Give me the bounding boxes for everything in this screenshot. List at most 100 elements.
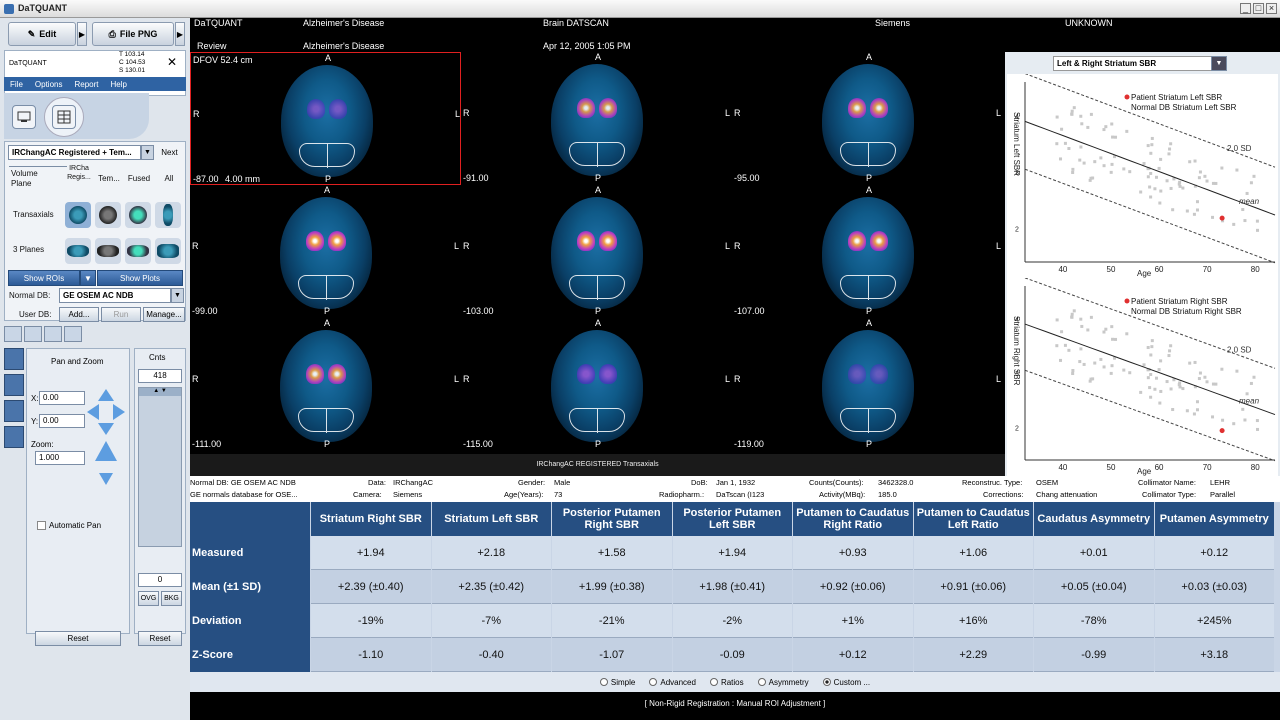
mode-asymmetry[interactable]: Asymmetry <box>757 678 809 687</box>
x-field[interactable]: 0.00 <box>39 391 85 405</box>
col-fused[interactable]: Fused <box>125 174 153 183</box>
auto-pan-checkbox[interactable] <box>37 521 46 530</box>
edit-button[interactable]: ✎ Edit <box>8 22 76 46</box>
normal-db-point <box>1193 159 1197 163</box>
transaxial-fused-thumb[interactable] <box>125 202 151 228</box>
user-db-run-button[interactable]: Run <box>101 307 141 322</box>
menu-file[interactable]: File <box>10 80 23 89</box>
transaxial-irchang-thumb[interactable] <box>65 202 91 228</box>
planes-template-thumb[interactable] <box>95 238 121 264</box>
slice-cell[interactable]: A P R L -99.00 <box>190 185 461 318</box>
planes-all-thumb[interactable] <box>155 238 181 264</box>
close-icon[interactable]: × <box>1266 3 1277 14</box>
maximize-icon[interactable]: □ <box>1253 3 1264 14</box>
normal-db-point <box>1088 178 1092 182</box>
slice-cell[interactable]: A P R L -95.00 <box>732 52 1003 185</box>
slice-cell[interactable]: A P R L -103.00 <box>461 185 732 318</box>
cnts-max-field[interactable]: 418 <box>138 369 182 383</box>
menu-report[interactable]: Report <box>74 80 98 89</box>
layout-tab-icon[interactable] <box>4 374 24 396</box>
normal-db-point <box>1153 187 1157 191</box>
edit-tab-icon[interactable] <box>4 400 24 422</box>
transaxial-all-thumb[interactable] <box>155 202 181 228</box>
edit-arrow-button[interactable]: ▶ <box>77 22 87 46</box>
mode-ratios[interactable]: Ratios <box>709 678 744 687</box>
cnts-reset-button[interactable]: Reset <box>138 631 182 646</box>
info-camera-value: Siemens <box>393 490 423 499</box>
view-select[interactable]: IRChangAC Registered + Tem... <box>8 145 141 160</box>
menu-options[interactable]: Options <box>35 80 63 89</box>
file-png-arrow-button[interactable]: ▶ <box>175 22 185 46</box>
mode-simple[interactable]: Simple <box>599 678 635 687</box>
slice-cell[interactable]: A P R L -115.00 <box>461 318 732 451</box>
info-db2: GE normals database for OSE... <box>190 490 298 499</box>
normal-db-point <box>1169 387 1173 391</box>
roi-tool-icon[interactable] <box>64 326 82 342</box>
close-panel-icon[interactable]: ✕ <box>167 55 177 69</box>
radio-icon[interactable] <box>649 678 658 686</box>
info-age-label: Age(Years): <box>504 490 544 499</box>
pan-zoom-tab-icon[interactable] <box>4 348 24 370</box>
pan-arrows-icon[interactable] <box>85 387 127 437</box>
counts-slider-track[interactable]: ▲ ▼ <box>138 387 182 547</box>
zoom-field[interactable]: 1.000 <box>35 451 85 465</box>
planes-irchang-thumb[interactable] <box>65 238 91 264</box>
plot-select[interactable]: Left & Right Striatum SBR <box>1053 56 1217 71</box>
show-rois-dropdown[interactable]: ▼ <box>80 270 96 286</box>
col-all[interactable]: All <box>155 174 183 183</box>
plot-bottom: 40 50 60 70 80 2 3 4 Age Striatum Right SBR 2.0 SD… <box>1007 277 1278 482</box>
monitor-icon[interactable] <box>12 105 36 129</box>
brain-tool-icon[interactable] <box>24 326 42 342</box>
normal-db-point <box>1169 186 1173 190</box>
menu-help[interactable]: Help <box>110 80 126 89</box>
mode-custom[interactable]: Custom ... <box>822 678 870 687</box>
normal-db-select[interactable]: GE OSEM AC NDB <box>59 288 171 303</box>
cnts-min-field[interactable]: 0 <box>138 573 182 587</box>
col-template[interactable]: Tem... <box>95 174 123 183</box>
grid-tab-icon[interactable] <box>4 426 24 448</box>
header-exam: Brain DATSCAN <box>543 18 609 28</box>
normal-db-point <box>1211 382 1215 386</box>
bkg-button[interactable]: BKG <box>161 591 182 606</box>
radio-icon[interactable] <box>709 678 718 686</box>
minimize-icon[interactable]: _ <box>1240 3 1251 14</box>
grid-view-icon[interactable] <box>52 105 76 129</box>
planes-fused-thumb[interactable] <box>125 238 151 264</box>
normal-db-point <box>1211 415 1215 419</box>
show-plots-button[interactable]: Show Plots <box>97 270 183 286</box>
crosshair-tool-icon[interactable] <box>44 326 62 342</box>
radio-icon[interactable] <box>757 678 766 686</box>
slice-cell[interactable]: A P R L -119.00 <box>732 318 1003 451</box>
next-button[interactable]: Next <box>156 145 183 160</box>
file-png-button[interactable]: ⎙ File PNG <box>92 22 174 46</box>
slider-top-handle[interactable]: ▲ ▼ <box>139 388 181 396</box>
slice-cell[interactable]: A P R L -111.00 <box>190 318 461 451</box>
transaxial-template-thumb[interactable] <box>95 202 121 228</box>
normal-db-point <box>1149 171 1153 175</box>
user-db-manage-button[interactable]: Manage... <box>143 307 185 322</box>
normal-db-point <box>1171 408 1175 412</box>
slice-cell[interactable]: A P R L -87.00 DFOV 52.4 cm 4.00 mm <box>190 52 461 185</box>
show-rois-button[interactable]: Show ROIs <box>8 270 80 286</box>
normal-db-chevron-icon[interactable]: ▼ <box>171 288 184 303</box>
chevron-down-icon[interactable]: ▼ <box>141 145 154 160</box>
col-irchang[interactable]: IRCha Regis... <box>65 164 93 182</box>
user-db-add-button[interactable]: Add... <box>59 307 99 322</box>
zoom-arrows-icon[interactable] <box>93 439 119 487</box>
mode-advanced[interactable]: Advanced <box>649 678 696 687</box>
normal-db-point <box>1243 418 1247 422</box>
ovg-button[interactable]: OVG <box>138 591 159 606</box>
anterior-label: A <box>595 318 602 328</box>
striatum-blob <box>307 99 325 119</box>
normal-db-point <box>1099 156 1103 160</box>
plot-select-chevron-icon[interactable]: ▼ <box>1211 56 1227 71</box>
normal-db-point <box>1185 209 1189 213</box>
pan-reset-button[interactable]: Reset <box>35 631 121 646</box>
y-field[interactable]: 0.00 <box>39 414 85 428</box>
pointer-tool-icon[interactable] <box>4 326 22 342</box>
slice-cell[interactable]: A P R L -107.00 <box>732 185 1003 318</box>
slice-cell[interactable]: A P R L -91.00 <box>461 52 732 185</box>
radio-selected-icon[interactable] <box>822 678 831 686</box>
radio-icon[interactable] <box>599 678 608 686</box>
anterior-label: A <box>324 185 331 195</box>
